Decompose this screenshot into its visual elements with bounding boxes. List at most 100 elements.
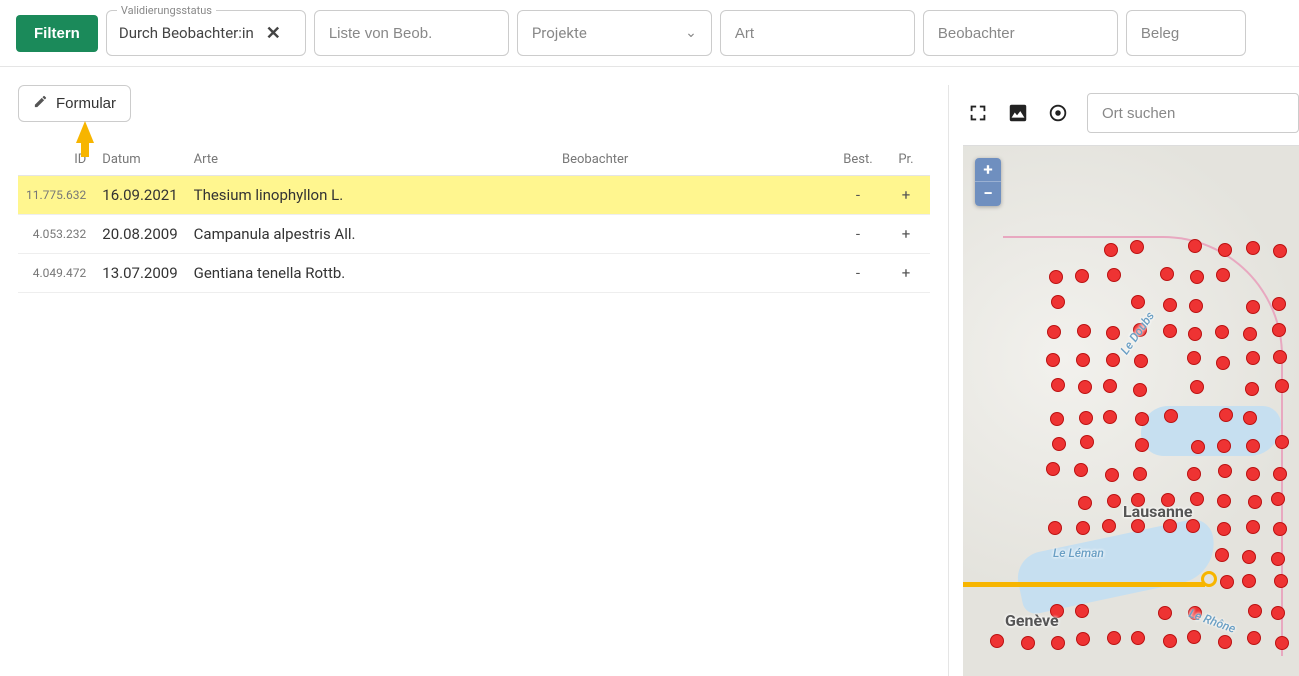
cell-observer bbox=[554, 215, 834, 254]
observation-dot[interactable] bbox=[1271, 492, 1285, 506]
observer-field[interactable] bbox=[938, 25, 1103, 42]
zoom-control: + − bbox=[975, 158, 1001, 206]
image-icon[interactable] bbox=[1007, 102, 1029, 124]
observation-dot[interactable] bbox=[1080, 435, 1094, 449]
observation-dot[interactable] bbox=[1051, 636, 1065, 650]
observation-dot[interactable] bbox=[1215, 325, 1229, 339]
list-of-obs-field[interactable] bbox=[329, 25, 494, 42]
observation-dot[interactable] bbox=[1273, 467, 1287, 481]
observations-table: ID Datum Arte Beobachter Best. Pr. 11.77… bbox=[18, 130, 930, 293]
observation-dot[interactable] bbox=[1078, 380, 1092, 394]
table-row[interactable]: 4.049.47213.07.2009Gentiana tenella Rott… bbox=[18, 254, 930, 293]
validation-status-label: Validierungsstatus bbox=[117, 4, 216, 17]
pencil-icon bbox=[33, 94, 48, 113]
cell-id: 4.053.232 bbox=[18, 215, 94, 254]
observation-dot[interactable] bbox=[1243, 411, 1257, 425]
species-input[interactable] bbox=[720, 10, 915, 56]
observation-dot[interactable] bbox=[1272, 323, 1286, 337]
annotation-pointer-icon bbox=[963, 580, 1205, 587]
observation-dot[interactable] bbox=[1218, 243, 1232, 257]
observation-dot[interactable] bbox=[1272, 297, 1286, 311]
observations-panel: Formular ID Datum Arte Beobachter Best. … bbox=[18, 85, 930, 676]
observation-dot[interactable] bbox=[1219, 408, 1233, 422]
observation-dot[interactable] bbox=[1105, 468, 1119, 482]
observation-dot[interactable] bbox=[1048, 521, 1062, 535]
observation-dot[interactable] bbox=[1271, 606, 1285, 620]
observation-dot[interactable] bbox=[1247, 631, 1261, 645]
observation-dot[interactable] bbox=[1187, 351, 1201, 365]
map-panel: + − Lausanne Genève Le Léman Le Doubs Le… bbox=[948, 85, 1299, 676]
col-observer[interactable]: Beobachter bbox=[554, 130, 834, 176]
observation-dot[interactable] bbox=[1187, 630, 1201, 644]
projects-placeholder: Projekte bbox=[532, 24, 587, 42]
validation-status-filter[interactable]: Validierungsstatus Durch Beobachter:in ✕ bbox=[106, 10, 306, 56]
observation-dot[interactable] bbox=[1160, 267, 1174, 281]
observation-dot[interactable] bbox=[1275, 435, 1289, 449]
close-icon[interactable]: ✕ bbox=[266, 23, 281, 44]
observation-dot[interactable] bbox=[1220, 575, 1234, 589]
observation-dot[interactable] bbox=[1217, 494, 1231, 508]
cell-date: 16.09.2021 bbox=[94, 176, 185, 215]
locate-icon[interactable] bbox=[1047, 102, 1069, 124]
observation-dot[interactable] bbox=[1273, 522, 1287, 536]
observation-dot[interactable] bbox=[1218, 464, 1232, 478]
observation-dot[interactable] bbox=[1163, 634, 1177, 648]
map-label-lausanne: Lausanne bbox=[1123, 502, 1193, 521]
observer-input[interactable] bbox=[923, 10, 1118, 56]
observation-dot[interactable] bbox=[1246, 241, 1260, 255]
observation-dot[interactable] bbox=[1052, 437, 1066, 451]
observation-dot[interactable] bbox=[1106, 353, 1120, 367]
observation-dot[interactable] bbox=[1046, 353, 1060, 367]
table-row[interactable]: 4.053.23220.08.2009Campanula alpestris A… bbox=[18, 215, 930, 254]
filter-button[interactable]: Filtern bbox=[16, 15, 98, 52]
observation-dot[interactable] bbox=[1047, 325, 1061, 339]
observation-dot[interactable] bbox=[1075, 604, 1089, 618]
projects-select[interactable]: Projekte ⌄ bbox=[517, 10, 712, 56]
observation-dot[interactable] bbox=[1246, 351, 1260, 365]
observation-dot[interactable] bbox=[1187, 467, 1201, 481]
formular-button[interactable]: Formular bbox=[18, 85, 131, 122]
observation-dot[interactable] bbox=[1248, 495, 1262, 509]
observation-dot[interactable] bbox=[1273, 244, 1287, 258]
species-field[interactable] bbox=[735, 25, 900, 42]
list-of-obs-input[interactable] bbox=[314, 10, 509, 56]
cell-best: - bbox=[834, 254, 882, 293]
observation-dot[interactable] bbox=[1135, 412, 1149, 426]
observation-dot[interactable] bbox=[1077, 324, 1091, 338]
observation-dot[interactable] bbox=[1191, 440, 1205, 454]
place-search-input[interactable] bbox=[1087, 93, 1299, 133]
cell-best: - bbox=[834, 215, 882, 254]
voucher-input[interactable] bbox=[1126, 10, 1246, 56]
observation-dot[interactable] bbox=[1049, 270, 1063, 284]
col-species[interactable]: Arte bbox=[186, 130, 554, 176]
col-date[interactable]: Datum bbox=[94, 130, 185, 176]
observation-dot[interactable] bbox=[1131, 295, 1145, 309]
fullscreen-icon[interactable] bbox=[967, 102, 989, 124]
voucher-field[interactable] bbox=[1141, 25, 1231, 42]
place-search-field[interactable] bbox=[1102, 105, 1284, 122]
observation-dot[interactable] bbox=[1103, 410, 1117, 424]
cell-species: Thesium linophyllon L. bbox=[186, 176, 554, 215]
col-pr[interactable]: Pr. bbox=[882, 130, 930, 176]
zoom-in-button[interactable]: + bbox=[975, 158, 1001, 182]
observation-dot[interactable] bbox=[1242, 550, 1256, 564]
cell-pr: + bbox=[882, 176, 930, 215]
observation-dot[interactable] bbox=[1135, 438, 1149, 452]
observation-dot[interactable] bbox=[1275, 636, 1289, 650]
table-row[interactable]: 11.775.63216.09.2021Thesium linophyllon … bbox=[18, 176, 930, 215]
observation-dot[interactable] bbox=[1078, 496, 1092, 510]
cell-best: - bbox=[834, 176, 882, 215]
observation-dot[interactable] bbox=[1217, 522, 1231, 536]
map-canvas[interactable]: + − Lausanne Genève Le Léman Le Doubs Le… bbox=[963, 145, 1299, 676]
target-marker-icon bbox=[1201, 571, 1217, 587]
observation-dot[interactable] bbox=[1164, 409, 1178, 423]
observation-dot[interactable] bbox=[1273, 350, 1287, 364]
col-best[interactable]: Best. bbox=[834, 130, 882, 176]
observation-dot[interactable] bbox=[1216, 356, 1230, 370]
cell-species: Campanula alpestris All. bbox=[186, 215, 554, 254]
zoom-out-button[interactable]: − bbox=[975, 182, 1001, 206]
observation-dot[interactable] bbox=[1189, 299, 1203, 313]
observation-dot[interactable] bbox=[1051, 295, 1065, 309]
observation-dot[interactable] bbox=[1188, 327, 1202, 341]
observation-dot[interactable] bbox=[1076, 353, 1090, 367]
